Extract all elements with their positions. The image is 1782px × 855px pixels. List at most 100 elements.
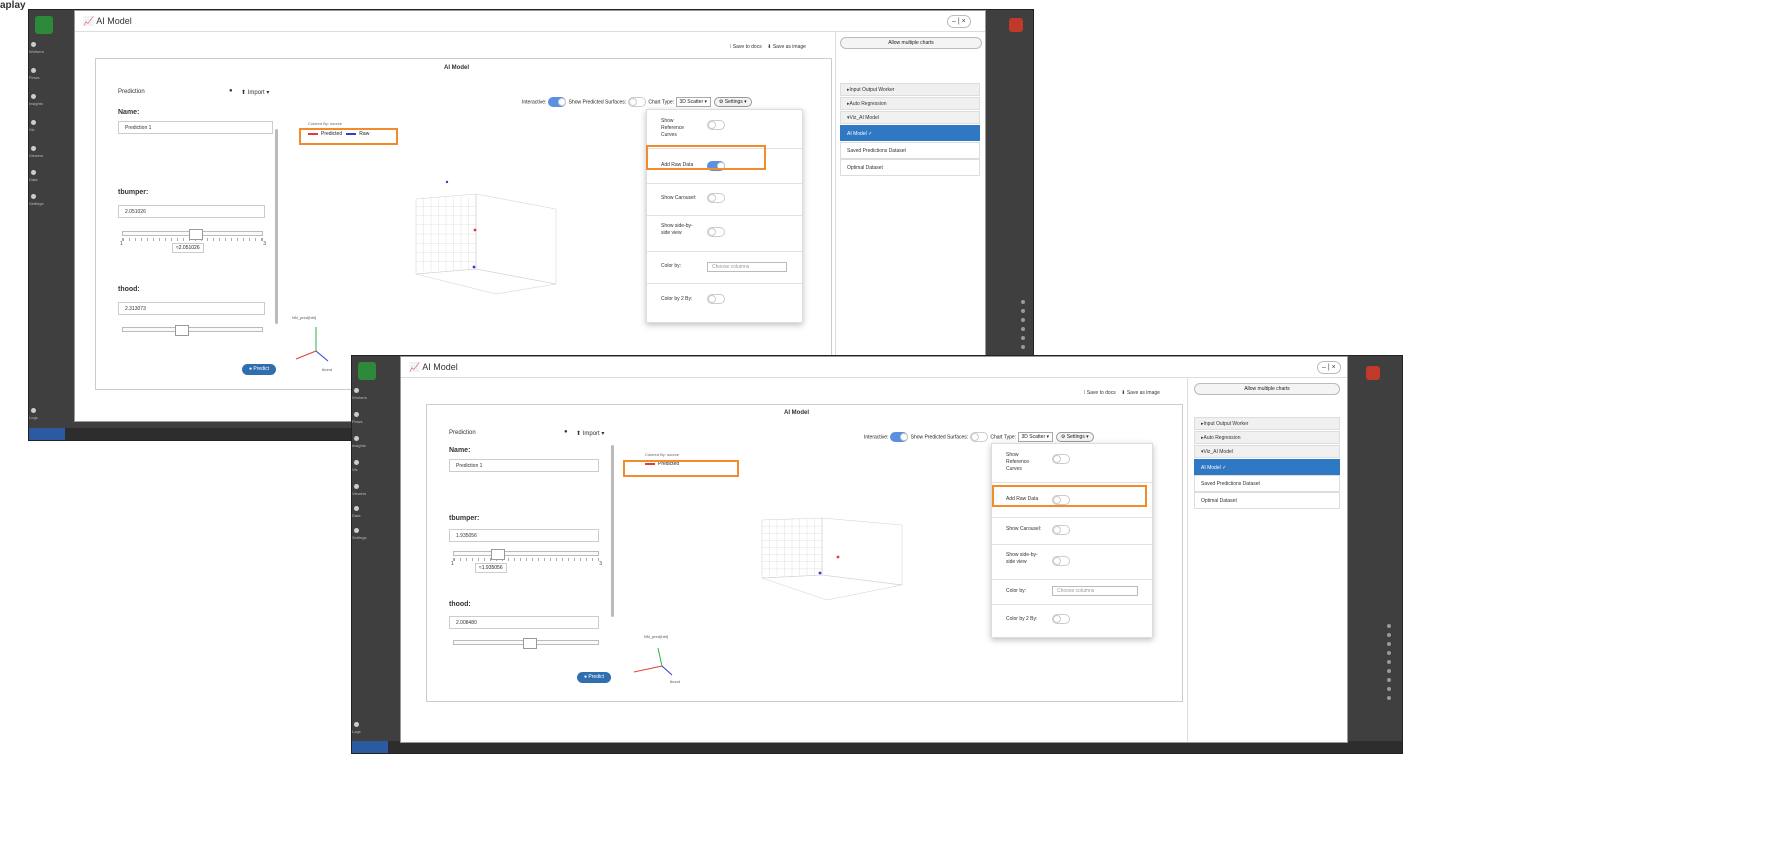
right-item-optimal-dataset[interactable]: Optimal Dataset	[840, 159, 980, 176]
right-item-auto-regression[interactable]: ▸Auto Regression	[840, 97, 980, 110]
right-item-label: AI Model	[1201, 465, 1221, 471]
top-links: ⁞ Save to docs ⬇ Save as image	[1084, 390, 1160, 396]
tbumper-field[interactable]: 1.935056	[449, 529, 599, 542]
right-item-optimal-dataset[interactable]: Optimal Dataset	[1194, 492, 1340, 509]
prediction-name-field[interactable]: Prediction 1	[118, 121, 273, 134]
predict-button[interactable]: ● Predict	[577, 672, 611, 683]
nav-viewers[interactable]: Viewers	[29, 146, 59, 158]
menu-color-by-2[interactable]: Color by 2 By:	[647, 283, 802, 319]
thood-field[interactable]: 2.008480	[449, 616, 599, 629]
app-close-icon[interactable]	[1366, 366, 1380, 380]
menu-color-by[interactable]: Color by: Choose columns	[647, 251, 802, 284]
predict-button[interactable]: ● Predict	[242, 364, 276, 375]
side-by-side-toggle[interactable]	[1052, 556, 1070, 566]
tbumper-slider[interactable]: 1 3 ≈2.051026	[120, 229, 266, 259]
allow-multiple-charts-button[interactable]: Allow multiple charts	[840, 37, 982, 49]
side-by-side-toggle[interactable]	[707, 227, 725, 237]
y-axis-indicator	[295, 350, 317, 360]
left-scrollbar[interactable]	[275, 129, 278, 324]
nav-logs[interactable]: Logs	[352, 722, 382, 734]
nav-logs[interactable]: Logs	[29, 408, 59, 420]
save-as-image-link[interactable]: ⬇ Save as image	[767, 44, 806, 50]
allow-multiple-charts-button[interactable]: Allow multiple charts	[1194, 383, 1340, 395]
nav-insights[interactable]: Insights	[352, 436, 382, 448]
prediction-name-field[interactable]: Prediction 1	[449, 459, 599, 472]
scatter-3d-plot[interactable]: NN_pred(hbt) tbond	[286, 169, 616, 379]
interactive-label: Interactive:	[864, 434, 889, 441]
nav-workers[interactable]: Workers	[352, 388, 382, 400]
nav-flows[interactable]: Flows	[352, 412, 382, 424]
save-to-docs-link[interactable]: ⁞ Save to docs	[730, 44, 762, 50]
menu-color-by[interactable]: Color by: Choose columns	[992, 579, 1152, 605]
right-item-auto-regression[interactable]: ▸Auto Regression	[1194, 431, 1340, 444]
slider-thumb[interactable]	[491, 549, 505, 560]
nav-settings[interactable]: Settings	[29, 194, 59, 206]
interactive-toggle[interactable]	[889, 432, 908, 442]
interactive-toggle[interactable]	[547, 97, 566, 107]
window-controls[interactable]: – | ×	[1317, 361, 1341, 374]
color-by-2-toggle[interactable]	[1052, 614, 1070, 624]
chart-type-select[interactable]: 3D Scatter ▾	[675, 97, 712, 107]
nav-settings[interactable]: Settings	[352, 528, 382, 540]
taskbar-active-item[interactable]	[29, 428, 65, 440]
menu-color-by-2[interactable]: Color by 2 By:	[992, 604, 1152, 635]
nav-data[interactable]: Data	[29, 170, 59, 182]
info-icon[interactable]: ●	[229, 88, 233, 94]
settings-button[interactable]: ⚙ Settings ▾	[1055, 432, 1094, 442]
thood-field[interactable]: 2.313073	[118, 302, 265, 315]
info-icon[interactable]: ●	[564, 429, 568, 435]
thood-slider[interactable]	[122, 325, 263, 337]
menu-show-side-by-side[interactable]: Show side-by-side view	[647, 215, 802, 252]
menu-show-side-by-side[interactable]: Show side-by-side view	[992, 544, 1152, 580]
right-item-viz-ai-model[interactable]: ▾Viz_AI Model	[1194, 445, 1340, 458]
right-item-saved-predictions[interactable]: Saved Predictions Dataset	[840, 142, 980, 159]
nav-vis[interactable]: Vis	[29, 120, 59, 132]
import-button[interactable]: ⬆ Import ▾	[576, 430, 604, 437]
slider-thumb[interactable]	[523, 638, 537, 649]
menu-show-reference-curves[interactable]: Show Reference Curves	[647, 110, 802, 149]
right-item-saved-predictions[interactable]: Saved Predictions Dataset	[1194, 475, 1340, 492]
menu-show-carousel[interactable]: Show Carousel:	[647, 183, 802, 216]
nav-insights[interactable]: Insights	[29, 94, 59, 106]
menu-show-carousel[interactable]: Show Carousel:	[992, 517, 1152, 545]
right-item-ai-model[interactable]: AI Model ✓	[1194, 459, 1340, 475]
import-button[interactable]: ⬆ Import ▾	[241, 89, 269, 96]
tbumper-field[interactable]: 2.051026	[118, 205, 265, 218]
menu-show-reference-curves[interactable]: Show Reference Curves	[992, 444, 1152, 483]
nav-vis[interactable]: Vis	[352, 460, 382, 472]
app-close-icon[interactable]	[1009, 18, 1023, 32]
nav-data[interactable]: Data	[352, 506, 382, 518]
left-scrollbar[interactable]	[611, 445, 614, 617]
color-by-select[interactable]: Choose columns	[1052, 586, 1138, 596]
nav-workers[interactable]: Workers	[29, 42, 59, 54]
reference-curves-toggle[interactable]	[1052, 454, 1070, 464]
right-item-label: Saved Predictions Dataset	[1201, 481, 1260, 487]
right-item-input-output-worker[interactable]: ▸Input Output Worker	[1194, 417, 1340, 430]
nav-viewers[interactable]: Viewers	[352, 484, 382, 496]
window-title-text: AI Model	[422, 362, 458, 372]
carousel-toggle[interactable]	[1052, 525, 1070, 535]
taskbar-active-item[interactable]	[352, 741, 388, 753]
gear-icon: ⚙	[1060, 434, 1066, 440]
save-as-image-link[interactable]: ⬇ Save as image	[1121, 390, 1160, 396]
slider-thumb[interactable]	[189, 229, 203, 240]
tbumper-slider[interactable]: 1 3 ≈1.935056	[451, 549, 602, 579]
nav-flows[interactable]: Flows	[29, 68, 59, 80]
thood-slider[interactable]	[453, 638, 599, 650]
color-by-select[interactable]: Choose columns	[707, 262, 787, 272]
carousel-toggle[interactable]	[707, 193, 725, 203]
raw-point	[445, 180, 449, 184]
window-controls[interactable]: – | ×	[947, 15, 971, 28]
chart-type-select[interactable]: 3D Scatter ▾	[1017, 432, 1054, 442]
scatter-3d-plot[interactable]: NN_pred(hbt) tbond	[622, 500, 952, 690]
show-surfaces-toggle[interactable]	[969, 432, 988, 442]
reference-curves-toggle[interactable]	[707, 120, 725, 130]
settings-button[interactable]: ⚙ Settings ▾	[713, 97, 752, 107]
right-item-viz-ai-model[interactable]: ▾Viz_AI Model	[840, 111, 980, 124]
show-surfaces-toggle[interactable]	[627, 97, 646, 107]
right-item-ai-model[interactable]: AI Model ✓	[840, 125, 980, 141]
save-to-docs-link[interactable]: ⁞ Save to docs	[1084, 390, 1116, 396]
right-item-input-output-worker[interactable]: ▸Input Output Worker	[840, 83, 980, 96]
color-by-2-toggle[interactable]	[707, 294, 725, 304]
slider-thumb[interactable]	[175, 325, 189, 336]
